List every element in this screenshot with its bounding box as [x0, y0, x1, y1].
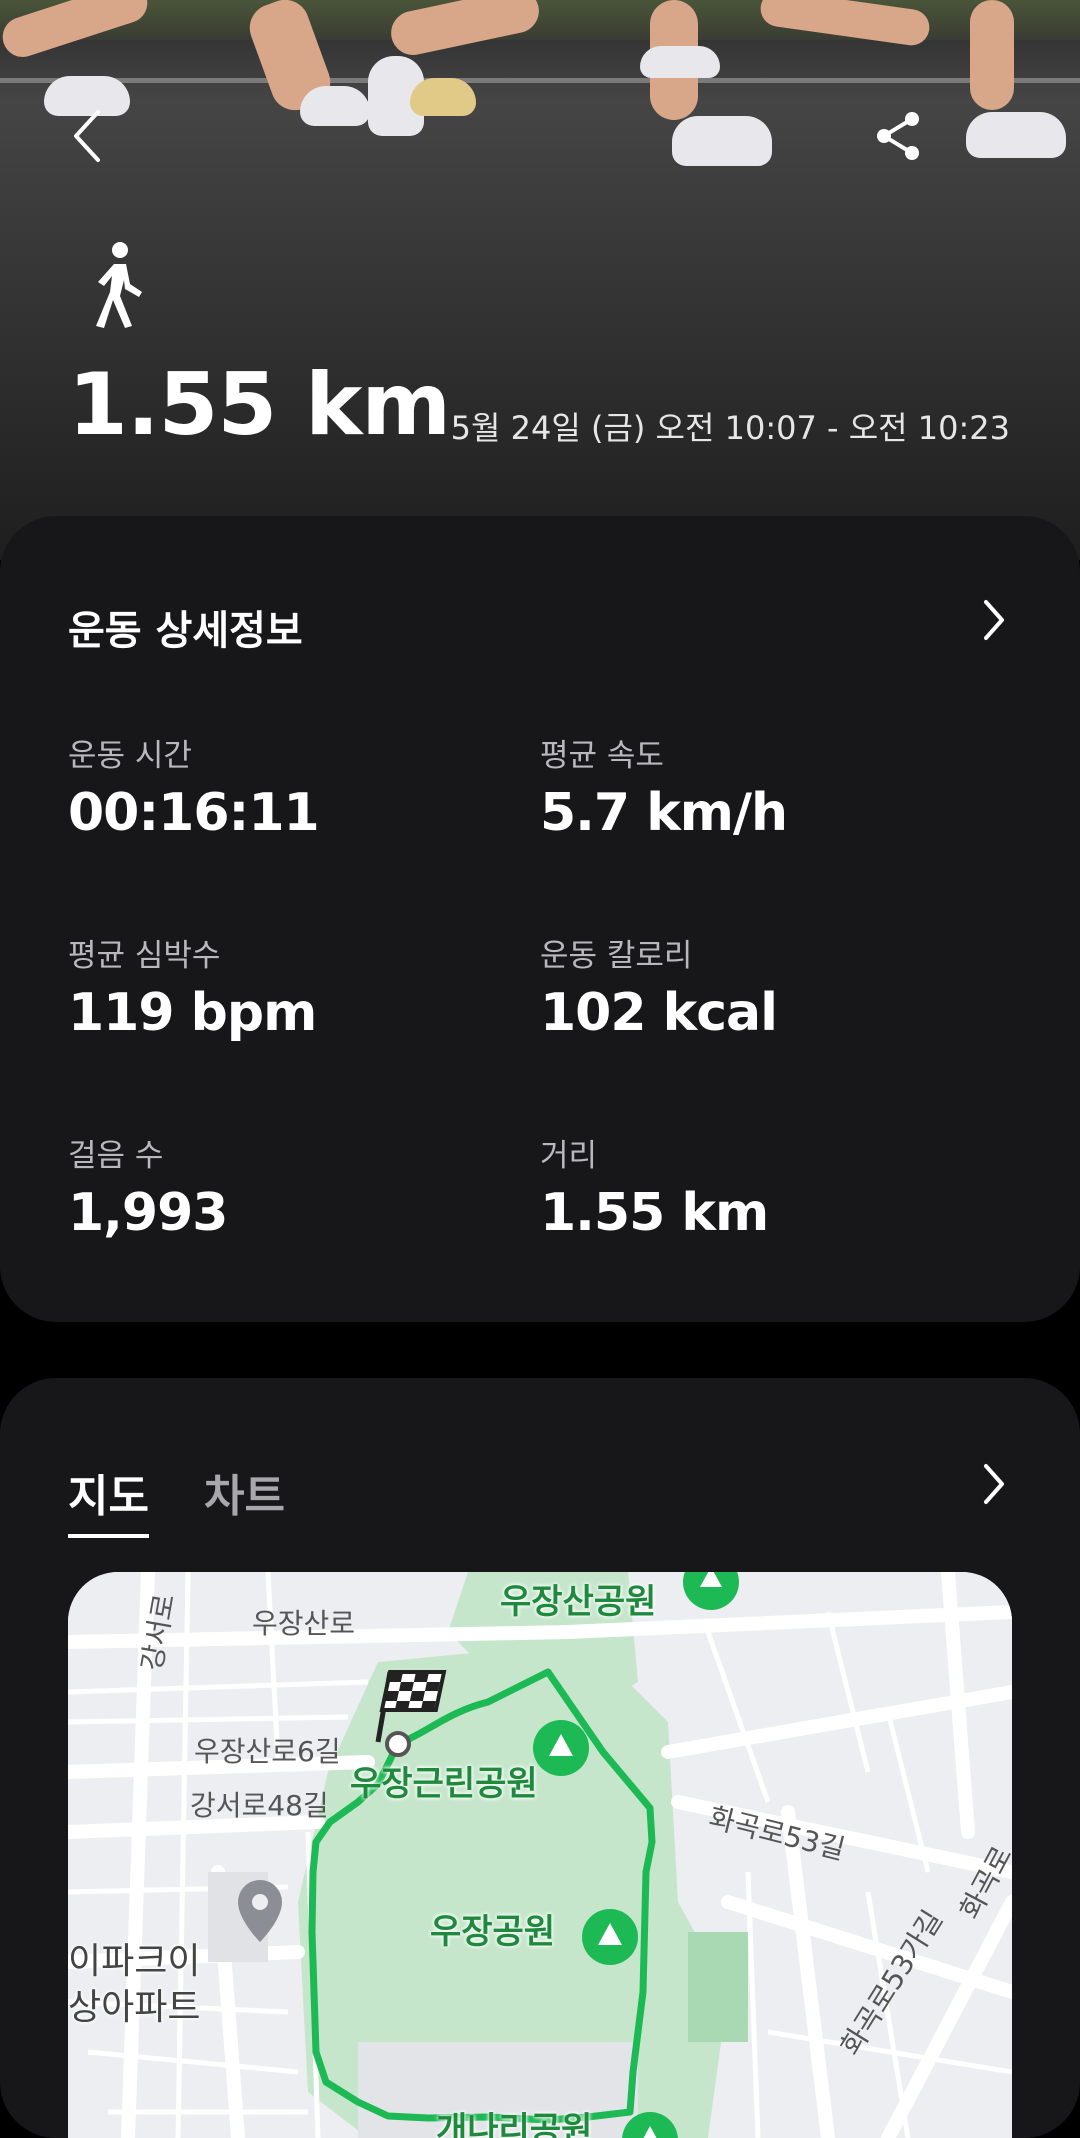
runner-shoe [410, 78, 476, 116]
stat-value: 1,993 [68, 1183, 228, 1243]
stat-label: 걸음 수 [68, 1138, 164, 1174]
hero-distance: 1.55 km [68, 355, 451, 455]
map-label-road: 우장산로 [252, 1607, 356, 1640]
route-map[interactable]: 우장산공원 우장공원 우장근린공원 개나리공원 우장산로 강서로 우장산로6길 … [68, 1572, 1012, 2138]
tab-chart[interactable]: 차트 [204, 1460, 285, 1524]
share-icon [877, 112, 919, 160]
stat-label: 평균 속도 [540, 738, 664, 774]
stat-value: 102 kcal [540, 983, 778, 1043]
stat-label: 운동 칼로리 [540, 938, 693, 974]
stat-value: 119 bpm [68, 983, 317, 1043]
chevron-right-icon [984, 600, 1004, 640]
runner-shoe [640, 46, 720, 78]
map-label-road: 우장산로6길 [194, 1735, 341, 1768]
stat-label: 운동 시간 [68, 738, 192, 774]
details-title: 운동 상세정보 [68, 608, 303, 654]
tab-map[interactable]: 지도 [68, 1460, 149, 1538]
map-base [68, 1572, 1012, 2138]
runner-shoe [672, 116, 772, 166]
stat-value: 5.7 km/h [540, 783, 788, 843]
map-more-button[interactable] [980, 1462, 1008, 1510]
stat-calories: 운동 칼로리 102 kcal [540, 930, 778, 1043]
stat-avg-heart-rate: 평균 심박수 119 bpm [68, 930, 317, 1043]
workout-details-card: 운동 상세정보 운동 시간 00:16:11 평균 속도 5.7 km/h 평균… [0, 516, 1080, 1322]
map-label-park: 우장산공원 [500, 1582, 657, 1622]
runner-shoe [966, 112, 1066, 158]
walking-person-icon [96, 242, 142, 328]
details-more-button[interactable] [980, 598, 1008, 646]
hero-banner: 1.55 km 5월 24일 (금) 오전 10:07 - 오전 10:23 [0, 0, 1080, 560]
back-button[interactable] [58, 106, 118, 166]
back-arrow-icon [74, 110, 100, 162]
stat-label: 평균 심박수 [68, 938, 221, 974]
map-label-apartment: 이파크이 [68, 1941, 201, 1982]
stat-avg-speed: 평균 속도 5.7 km/h [540, 730, 788, 843]
workout-time-range: 5월 24일 (금) 오전 10:07 - 오전 10:23 [450, 409, 1010, 447]
stat-value: 1.55 km [540, 1183, 769, 1243]
map-label-park: 우장근린공원 [350, 1764, 538, 1804]
stat-distance: 거리 1.55 km [540, 1130, 769, 1243]
stat-value: 00:16:11 [68, 783, 320, 843]
map-label-park: 개나리공원 [436, 2110, 593, 2138]
map-label-park: 우장공원 [430, 1912, 556, 1952]
runner-shoe [300, 86, 370, 126]
runner-leg [970, 0, 1014, 110]
chevron-right-icon [984, 1464, 1004, 1504]
stat-label: 거리 [540, 1138, 598, 1174]
map-chart-card: 지도 차트 우장산공원 우장공원 우장근린공원 개나리공원 우장산로 강서로 우… [0, 1378, 1080, 2138]
background-road-line [0, 78, 1080, 83]
stat-duration: 운동 시간 00:16:11 [68, 730, 320, 843]
stat-steps: 걸음 수 1,993 [68, 1130, 228, 1243]
map-label-apartment: 상아파트 [68, 1987, 201, 2028]
share-button[interactable] [868, 106, 928, 166]
map-label-road: 강서로48길 [190, 1789, 329, 1822]
